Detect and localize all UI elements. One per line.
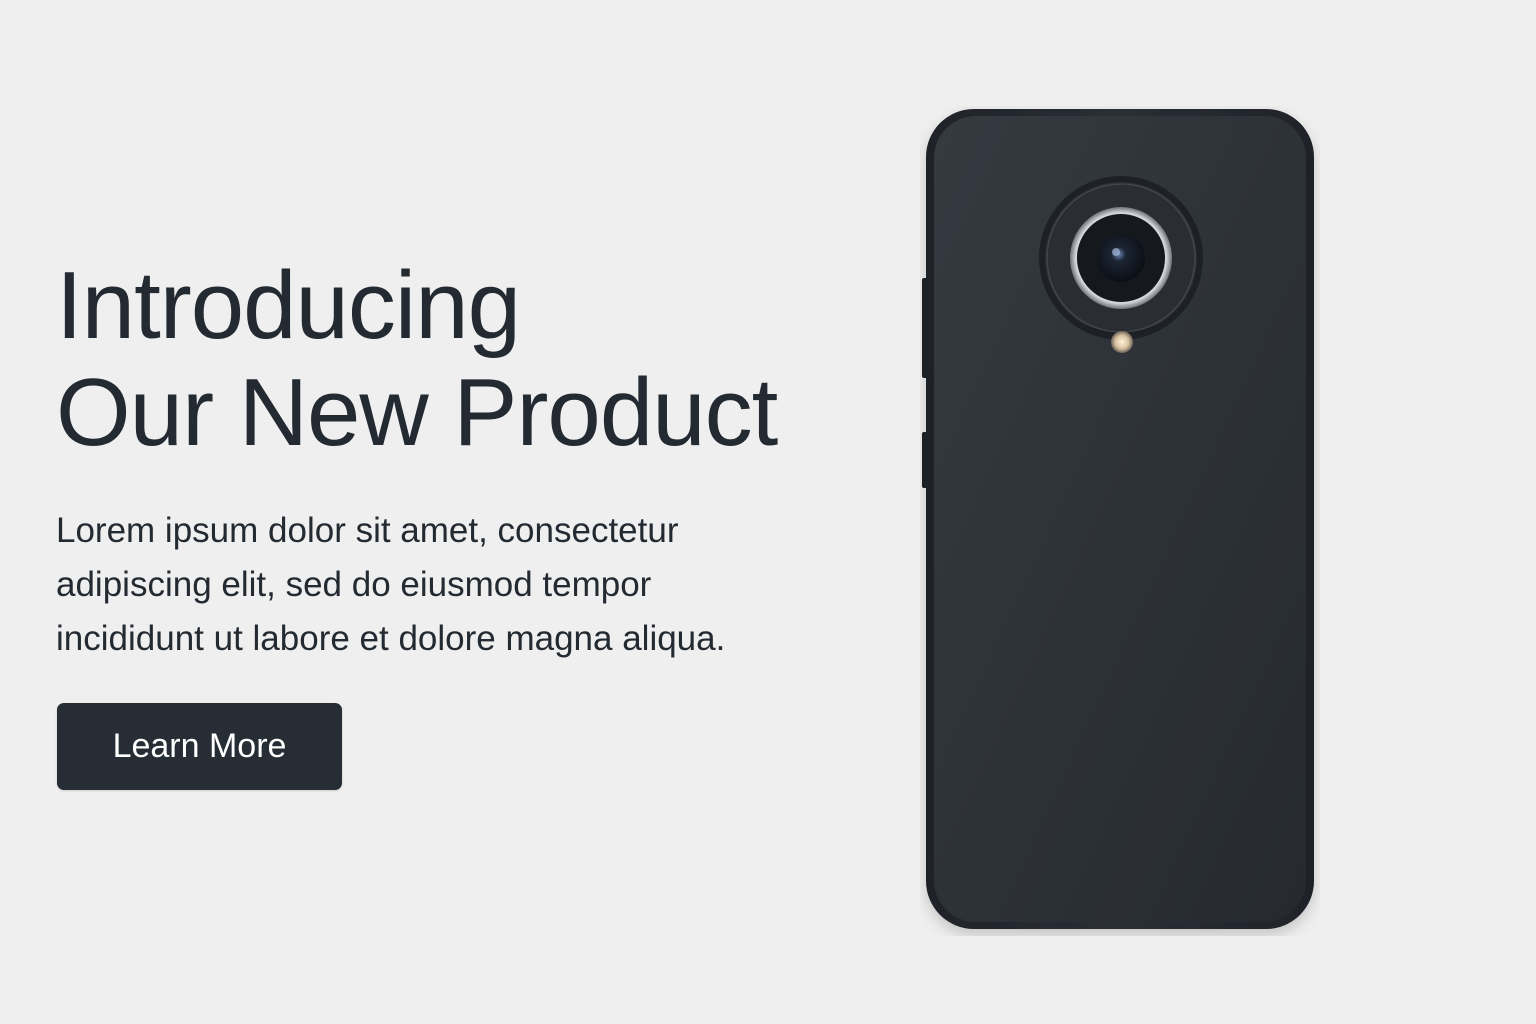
hero-text-block: Introducing Our New Product Lorem ipsum …	[56, 252, 836, 666]
product-image	[920, 106, 1320, 936]
learn-more-button[interactable]: Learn More	[57, 703, 342, 790]
headline-line-2: Our New Product	[56, 359, 778, 466]
hero-section: Introducing Our New Product Lorem ipsum …	[0, 0, 1536, 1024]
hero-description: Lorem ipsum dolor sit amet, consectetur …	[56, 511, 726, 658]
hero-headline: Introducing Our New Product	[56, 252, 836, 466]
headline-line-1: Introducing	[56, 252, 521, 359]
smartphone-icon	[922, 109, 1314, 929]
